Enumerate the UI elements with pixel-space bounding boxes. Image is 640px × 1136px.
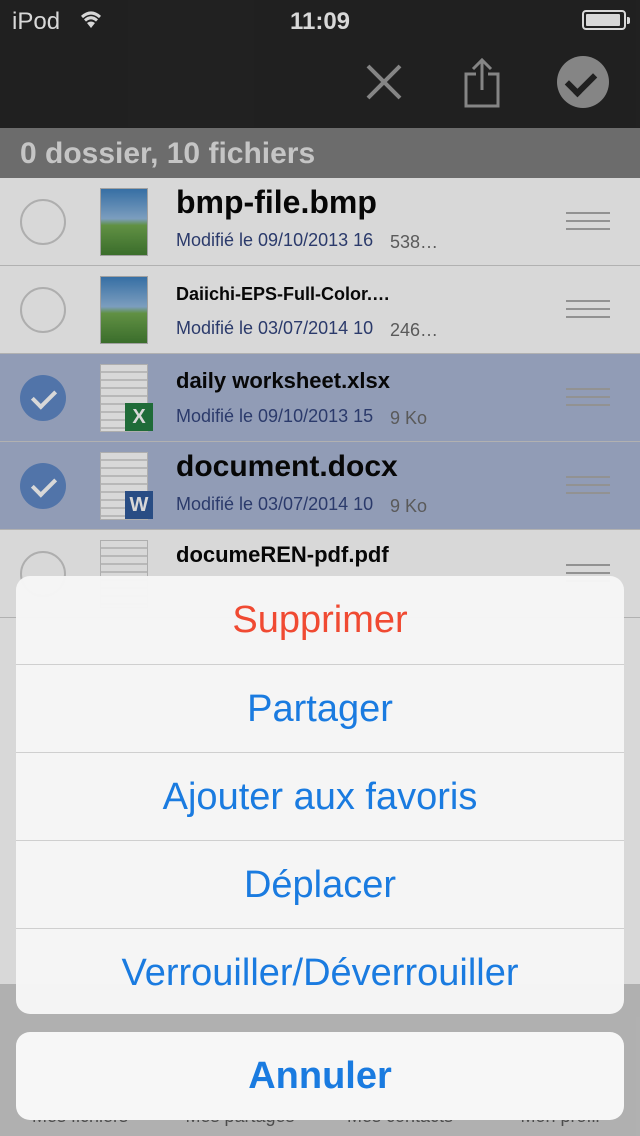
- move-button[interactable]: Déplacer: [16, 840, 624, 928]
- action-sheet: Supprimer Partager Ajouter aux favoris D…: [16, 576, 624, 1014]
- cancel-button[interactable]: Annuler: [16, 1032, 624, 1120]
- lock-unlock-button[interactable]: Verrouiller/Déverrouiller: [16, 928, 624, 1014]
- share-button[interactable]: Partager: [16, 664, 624, 752]
- add-to-favorites-button[interactable]: Ajouter aux favoris: [16, 752, 624, 840]
- delete-button[interactable]: Supprimer: [16, 576, 624, 664]
